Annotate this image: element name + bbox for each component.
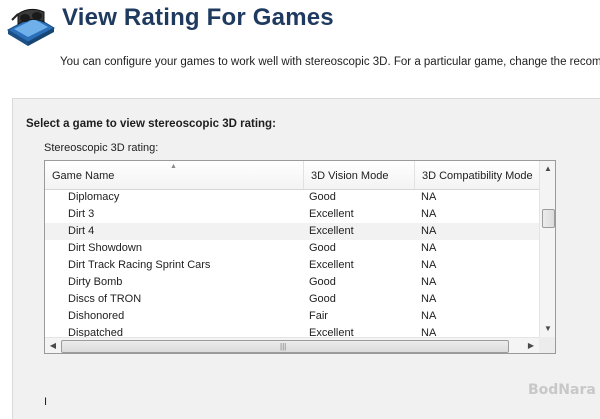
page-title: View Rating For Games: [62, 4, 334, 31]
table-row[interactable]: Dirty Bomb Good NA: [45, 274, 539, 291]
vision-mode-cell: Fair: [309, 310, 328, 322]
column-header-label: 3D Compatibility Mode: [422, 170, 533, 182]
game-name-cell: Dirt 3: [68, 208, 95, 220]
compat-mode-cell: NA: [421, 208, 437, 220]
table-row[interactable]: Dirt 3 Excellent NA: [45, 206, 539, 223]
horizontal-scroll-thumb[interactable]: |||: [61, 340, 509, 353]
scrollbar-corner: [539, 337, 555, 353]
scroll-right-icon[interactable]: ▶: [523, 338, 539, 353]
compat-mode-cell: NA: [421, 276, 437, 288]
table-row[interactable]: Dirt Showdown Good NA: [45, 240, 539, 257]
vertical-scrollbar[interactable]: ▲ ▼: [539, 161, 555, 337]
vertical-scroll-thumb[interactable]: [542, 209, 555, 228]
vision-mode-cell: Excellent: [309, 208, 354, 220]
horizontal-scrollbar[interactable]: ◀ ||| ▶: [45, 337, 539, 353]
game-name-cell: Discs of TRON: [68, 293, 142, 305]
select-game-label: Select a game to view stereoscopic 3D ra…: [26, 118, 276, 130]
column-header-3d-compatibility-mode[interactable]: 3D Compatibility Mode: [415, 161, 539, 189]
stereoscopic-3d-glasses-icon: [6, 8, 56, 46]
table-row[interactable]: Diplomacy Good NA: [45, 189, 539, 206]
table-row[interactable]: Dirt 4 Excellent NA: [45, 223, 539, 240]
compat-mode-cell: NA: [421, 225, 437, 237]
watermark-logo: BodNara: [528, 382, 596, 398]
game-name-cell: Dishonored: [68, 310, 125, 322]
vision-mode-cell: Good: [309, 191, 336, 203]
partial-footer-text: I: [44, 396, 48, 408]
column-header-game-name[interactable]: ▲ Game Name: [45, 161, 304, 189]
compat-mode-cell: NA: [421, 242, 437, 254]
table-body: Diplomacy Good NA Dirt 3 Excellent NA Di…: [45, 189, 539, 341]
vision-mode-cell: Good: [309, 293, 336, 305]
column-header-label: Game Name: [52, 170, 115, 182]
header-bar: View Rating For Games: [0, 0, 600, 46]
scroll-up-icon[interactable]: ▲: [540, 161, 555, 177]
table-row[interactable]: Discs of TRON Good NA: [45, 291, 539, 308]
scroll-left-icon[interactable]: ◀: [45, 338, 61, 353]
game-name-cell: Dirty Bomb: [68, 276, 123, 288]
game-name-cell: Dirt Track Racing Sprint Cars: [68, 259, 211, 271]
vision-mode-cell: Excellent: [309, 225, 354, 237]
stereoscopic-rating-label: Stereoscopic 3D rating:: [44, 142, 159, 154]
compat-mode-cell: NA: [421, 191, 437, 203]
vision-mode-cell: Excellent: [309, 259, 354, 271]
table-header: ▲ Game Name 3D Vision Mode 3D Compatibil…: [45, 161, 539, 190]
table-row[interactable]: Dirt Track Racing Sprint Cars Excellent …: [45, 257, 539, 274]
column-header-label: 3D Vision Mode: [311, 170, 389, 182]
table-row[interactable]: Dishonored Fair NA: [45, 308, 539, 325]
compat-mode-cell: NA: [421, 259, 437, 271]
game-name-cell: Diplomacy: [68, 191, 120, 203]
compat-mode-cell: NA: [421, 293, 437, 305]
vision-mode-cell: Good: [309, 242, 336, 254]
scroll-down-icon[interactable]: ▼: [540, 321, 555, 337]
game-rating-table[interactable]: ▲ Game Name 3D Vision Mode 3D Compatibil…: [44, 160, 556, 354]
scroll-grip-icon: |||: [280, 342, 287, 351]
game-name-cell: Dirt 4: [68, 225, 95, 237]
column-header-3d-vision-mode[interactable]: 3D Vision Mode: [304, 161, 415, 189]
vision-mode-cell: Good: [309, 276, 336, 288]
sort-ascending-icon: ▲: [170, 163, 177, 170]
page-description: You can configure your games to work wel…: [60, 56, 600, 68]
compat-mode-cell: NA: [421, 310, 437, 322]
game-name-cell: Dirt Showdown: [68, 242, 142, 254]
